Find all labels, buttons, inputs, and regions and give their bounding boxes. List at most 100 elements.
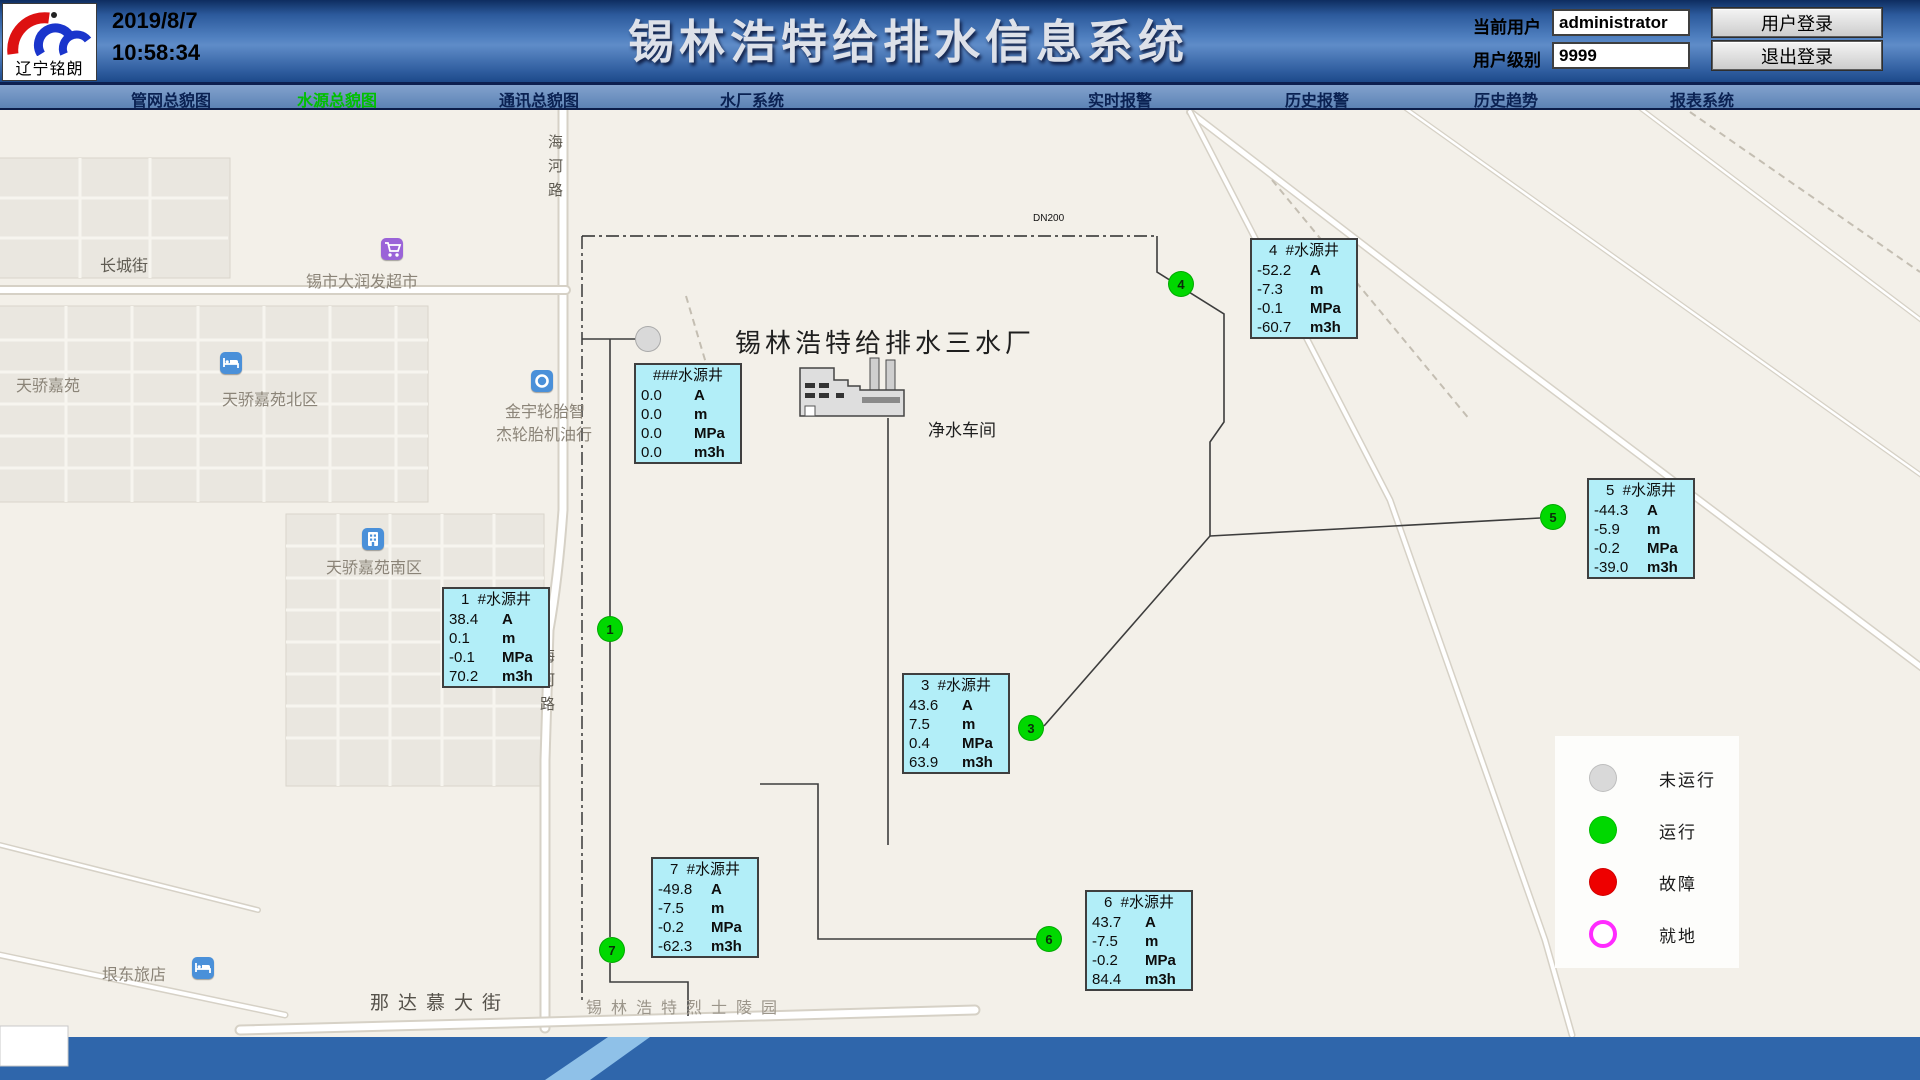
legend-item: 运行 xyxy=(1555,816,1697,844)
well-unit: m xyxy=(1647,520,1660,539)
nav-item-8[interactable]: 报表系统 xyxy=(1670,87,1734,111)
well-unit: m3h xyxy=(502,667,533,686)
well-marker-7[interactable]: 7 xyxy=(599,937,625,963)
well-value: -5.9 xyxy=(1594,520,1647,539)
well-unit: A xyxy=(711,880,722,899)
legend-label: 运行 xyxy=(1659,818,1697,843)
well-value: 0.0 xyxy=(641,424,694,443)
well-unit: m3h xyxy=(1145,970,1176,989)
well-value: 7.5 xyxy=(909,715,962,734)
nav-item-4[interactable]: 水厂系统 xyxy=(720,87,784,111)
well-value: -0.2 xyxy=(1092,951,1145,970)
well-unit: MPa xyxy=(1145,951,1176,970)
nav-item-2[interactable]: 水源总貌图 xyxy=(297,87,377,111)
well-unit: m xyxy=(502,629,515,648)
well-measurement-row: 0.0A xyxy=(636,386,740,405)
well-box-2: ###水源井0.0A0.0m0.0MPa0.0m3h xyxy=(634,363,742,464)
well-measurement-row: 0.0m xyxy=(636,405,740,424)
well-measurement-row: 0.4MPa xyxy=(904,734,1008,753)
pipe-diameter-label: DN200 xyxy=(1033,213,1064,224)
well-unit: A xyxy=(1145,913,1156,932)
nav-item-7[interactable]: 历史趋势 xyxy=(1474,87,1538,111)
bed-icon xyxy=(192,957,214,979)
well-measurement-row: 63.9m3h xyxy=(904,753,1008,772)
well-box-title: 4 #水源井 xyxy=(1252,240,1356,261)
poi-label: 垠东旅店 xyxy=(102,961,166,985)
well-unit: m3h xyxy=(1310,318,1341,337)
nav-item-6[interactable]: 历史报警 xyxy=(1285,87,1349,111)
tire-icon xyxy=(531,370,553,392)
well-value: 38.4 xyxy=(449,610,502,629)
nav-item-5[interactable]: 实时报警 xyxy=(1088,87,1152,111)
well-marker-3[interactable]: 3 xyxy=(1018,715,1044,741)
well-value: -62.3 xyxy=(658,937,711,956)
street-label: 锡林浩特烈士陵园 xyxy=(586,994,786,1018)
user-level-input[interactable] xyxy=(1552,42,1690,69)
well-value: 63.9 xyxy=(909,753,962,772)
map-blocks xyxy=(0,158,544,786)
well-unit: m3h xyxy=(1647,558,1678,577)
nav-item-1[interactable]: 管网总貌图 xyxy=(131,87,211,111)
well-box-1: 1 #水源井38.4A0.1m-0.1MPa70.2m3h xyxy=(442,587,550,688)
well-unit: A xyxy=(1310,261,1321,280)
well-unit: m xyxy=(1310,280,1323,299)
well-marker-6[interactable]: 6 xyxy=(1036,926,1062,952)
login-button[interactable]: 用户登录 xyxy=(1712,8,1882,37)
well-unit: MPa xyxy=(1647,539,1678,558)
nav-item-3[interactable]: 通讯总貌图 xyxy=(499,87,579,111)
well-value: 0.0 xyxy=(641,386,694,405)
well-value: -60.7 xyxy=(1257,318,1310,337)
well-marker-1[interactable]: 1 xyxy=(597,616,623,642)
well-box-title: 6 #水源井 xyxy=(1087,892,1191,913)
well-measurement-row: -7.5m xyxy=(653,899,757,918)
well-unit: A xyxy=(1647,501,1658,520)
legend-item: 就地 xyxy=(1555,920,1697,948)
well-marker-2[interactable] xyxy=(635,326,661,352)
well-value: 0.0 xyxy=(641,443,694,462)
well-value: -7.5 xyxy=(658,899,711,918)
well-value: 84.4 xyxy=(1092,970,1145,989)
well-measurement-row: -0.2MPa xyxy=(1589,539,1693,558)
well-unit: A xyxy=(962,696,973,715)
well-measurement-row: -0.1MPa xyxy=(1252,299,1356,318)
well-marker-4[interactable]: 4 xyxy=(1168,271,1194,297)
well-measurement-row: 0.1m xyxy=(444,629,548,648)
well-measurement-row: 0.0m3h xyxy=(636,443,740,462)
well-measurement-row: 38.4A xyxy=(444,610,548,629)
legend-item: 故障 xyxy=(1555,868,1697,896)
building-icon xyxy=(362,528,384,550)
well-measurement-row: -7.3m xyxy=(1252,280,1356,299)
well-measurement-row: 0.0MPa xyxy=(636,424,740,443)
well-value: -39.0 xyxy=(1594,558,1647,577)
legend-item: 未运行 xyxy=(1555,764,1716,792)
well-measurement-row: 84.4m3h xyxy=(1087,970,1191,989)
well-value: -0.1 xyxy=(1257,299,1310,318)
well-value: 0.4 xyxy=(909,734,962,753)
well-value: -44.3 xyxy=(1594,501,1647,520)
well-measurement-row: -62.3m3h xyxy=(653,937,757,956)
well-box-title: 3 #水源井 xyxy=(904,675,1008,696)
street-label: 那达慕大街 xyxy=(370,988,510,1015)
well-value: -0.2 xyxy=(658,918,711,937)
current-date: 2019/8/7 xyxy=(112,8,198,34)
current-user-input[interactable] xyxy=(1552,9,1690,36)
well-unit: m xyxy=(962,715,975,734)
poi-label: 金宇轮胎智 xyxy=(505,398,585,422)
well-value: 70.2 xyxy=(449,667,502,686)
well-measurement-row: -0.2MPa xyxy=(653,918,757,937)
well-measurement-row: 70.2m3h xyxy=(444,667,548,686)
logo-swoosh-icon xyxy=(7,6,93,56)
well-unit: MPa xyxy=(694,424,725,443)
well-measurement-row: 7.5m xyxy=(904,715,1008,734)
well-value: -7.3 xyxy=(1257,280,1310,299)
legend-status-icon xyxy=(1589,816,1617,844)
well-measurement-row: -0.1MPa xyxy=(444,648,548,667)
well-measurement-row: 43.7A xyxy=(1087,913,1191,932)
well-unit: MPa xyxy=(1310,299,1341,318)
well-unit: m3h xyxy=(711,937,742,956)
logout-button[interactable]: 退出登录 xyxy=(1712,41,1882,70)
company-logo: 辽宁铭朗 xyxy=(2,3,97,81)
well-value: -0.1 xyxy=(449,648,502,667)
well-unit: MPa xyxy=(711,918,742,937)
well-marker-5[interactable]: 5 xyxy=(1540,504,1566,530)
